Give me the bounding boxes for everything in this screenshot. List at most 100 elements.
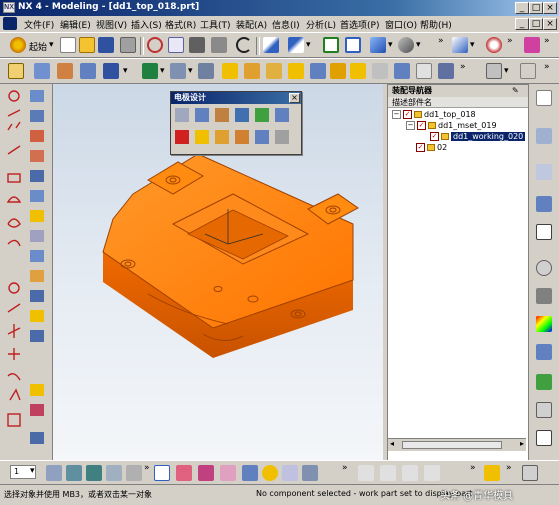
save-icon[interactable] — [98, 37, 114, 53]
snap-center-icon[interactable] — [262, 465, 278, 481]
pad-icon[interactable] — [244, 63, 260, 79]
tool-options-icon[interactable] — [522, 465, 538, 481]
check-icon[interactable]: ✓ — [417, 121, 426, 130]
fit-view-icon[interactable] — [345, 37, 361, 53]
assembly-navigator-tab-icon[interactable] — [536, 90, 552, 106]
toolbar-more-icon-5[interactable]: » — [544, 62, 550, 72]
menu-edit[interactable]: 编辑(E) — [60, 18, 91, 31]
electrode-settings-icon[interactable] — [275, 130, 289, 144]
doc-minimize-button[interactable]: _ — [515, 18, 529, 30]
copy-icon[interactable] — [168, 37, 184, 53]
mold-tools-icon[interactable] — [484, 465, 500, 481]
tree-item-selected[interactable]: ✓ dd1_working_020 — [430, 131, 526, 142]
boolean-dropdown-icon[interactable]: ▾ — [160, 66, 165, 76]
palette-tab-icon[interactable] — [536, 316, 552, 332]
layer-field-dropdown-icon[interactable]: ▾ — [30, 466, 35, 476]
toolbar-more-icon-8[interactable]: » — [470, 463, 476, 473]
check-icon[interactable]: ✓ — [430, 132, 439, 141]
snap-end-icon[interactable] — [198, 465, 214, 481]
boolean-icon[interactable] — [142, 63, 158, 79]
line-icon[interactable] — [358, 465, 374, 481]
nx-app-icon[interactable]: NX — [3, 2, 15, 13]
electrode-check-icon[interactable] — [255, 108, 269, 122]
revolve-icon[interactable] — [57, 63, 73, 79]
hole-dropdown-icon[interactable]: ▾ — [188, 66, 193, 76]
edit-object-icon[interactable] — [263, 37, 279, 53]
block-icon[interactable] — [103, 63, 119, 79]
system-materials-tab-icon[interactable] — [536, 288, 552, 304]
minimize-button[interactable]: _ — [515, 2, 529, 14]
offset-icon[interactable] — [394, 63, 410, 79]
part-navigator-tab-icon[interactable] — [536, 128, 552, 144]
toolbar-more-icon-9[interactable]: » — [506, 463, 512, 473]
collapse-icon[interactable]: − — [392, 110, 401, 119]
electrode-copy-icon[interactable] — [235, 130, 249, 144]
block-dropdown-icon[interactable]: ▾ — [123, 66, 128, 76]
help-tab-icon[interactable] — [536, 224, 552, 240]
start-icon[interactable] — [10, 37, 26, 53]
draft-icon[interactable] — [372, 63, 388, 79]
wcs-dropdown-icon[interactable]: ▾ — [470, 40, 475, 50]
wcs-icon[interactable] — [452, 37, 468, 53]
layer-icon[interactable] — [486, 63, 502, 79]
menu-format[interactable]: 格式(R) — [165, 18, 196, 31]
open-folder-icon[interactable] — [79, 37, 95, 53]
doc-close-button[interactable]: × — [543, 18, 557, 30]
help-ring-icon[interactable] — [486, 37, 502, 53]
maximize-button[interactable]: □ — [529, 2, 543, 14]
menu-preferences[interactable]: 首选项(P) — [340, 18, 379, 31]
menu-help[interactable]: 帮助(H) — [420, 18, 452, 31]
select-filter-icon[interactable] — [154, 465, 170, 481]
snap-arc-icon[interactable] — [242, 465, 258, 481]
paste-icon[interactable] — [189, 37, 205, 53]
extrude-icon[interactable] — [34, 63, 50, 79]
chamfer-icon[interactable] — [330, 63, 346, 79]
collapse-icon[interactable]: − — [406, 121, 415, 130]
close-button[interactable]: × — [543, 2, 557, 14]
scroll-thumb[interactable] — [402, 441, 502, 449]
toolbar-more-icon-3[interactable]: » — [544, 36, 550, 46]
hide-show-icon[interactable] — [288, 37, 304, 53]
pin-icon[interactable]: ✎ — [512, 86, 519, 95]
electrode-close-button[interactable]: × — [289, 93, 300, 103]
electrode-wizard-icon[interactable] — [195, 108, 209, 122]
check-icon[interactable]: ✓ — [416, 143, 425, 152]
groove-icon[interactable] — [288, 63, 304, 79]
hide-dropdown-icon[interactable]: ▾ — [306, 40, 311, 50]
move-to-layer-icon[interactable] — [106, 465, 122, 481]
render-dropdown-icon[interactable]: ▾ — [388, 40, 393, 50]
trim-icon[interactable] — [416, 63, 432, 79]
circle-icon[interactable] — [424, 465, 440, 481]
electrode-setup-icon[interactable] — [175, 108, 189, 122]
menu-assemblies[interactable]: 装配(A) — [236, 18, 267, 31]
view-orient-icon[interactable] — [398, 37, 414, 53]
menu-insert[interactable]: 插入(S) — [131, 18, 162, 31]
snap-mid-icon[interactable] — [220, 465, 236, 481]
navigator-column-header[interactable]: 描述部件名 — [388, 97, 528, 108]
doc-restore-button[interactable]: □ — [529, 18, 543, 30]
history-tab-icon[interactable] — [536, 260, 552, 276]
sweep-icon[interactable] — [80, 63, 96, 79]
electrode-design-title[interactable]: 电极设计 — [171, 92, 301, 104]
copy-to-layer-icon[interactable] — [126, 465, 142, 481]
mold-wizard-tab-icon[interactable] — [536, 430, 552, 446]
web-browser-tab-icon[interactable] — [536, 344, 552, 360]
hd3d-tab-icon[interactable] — [536, 196, 552, 212]
refresh-icon[interactable] — [323, 37, 339, 53]
layer-settings-icon[interactable] — [46, 465, 62, 481]
toolbar-more-icon-7[interactable]: » — [342, 463, 348, 473]
roles-tab-icon[interactable] — [536, 374, 552, 390]
print-icon[interactable] — [120, 37, 136, 53]
electrode-stock-icon[interactable] — [175, 130, 189, 144]
check-icon[interactable]: ✓ — [403, 110, 412, 119]
electrode-drawing-icon[interactable] — [275, 108, 289, 122]
electrode-mail-icon[interactable] — [195, 130, 209, 144]
menu-view[interactable]: 视图(V) — [96, 18, 127, 31]
layer-visible-icon[interactable] — [66, 465, 82, 481]
delete-icon[interactable] — [211, 37, 227, 53]
spline-icon[interactable] — [380, 465, 396, 481]
pattern-icon[interactable] — [438, 63, 454, 79]
scroll-right-icon[interactable]: ▸ — [520, 439, 524, 448]
orient-dropdown-icon[interactable]: ▾ — [416, 40, 421, 50]
electrode-head-icon[interactable] — [235, 108, 249, 122]
